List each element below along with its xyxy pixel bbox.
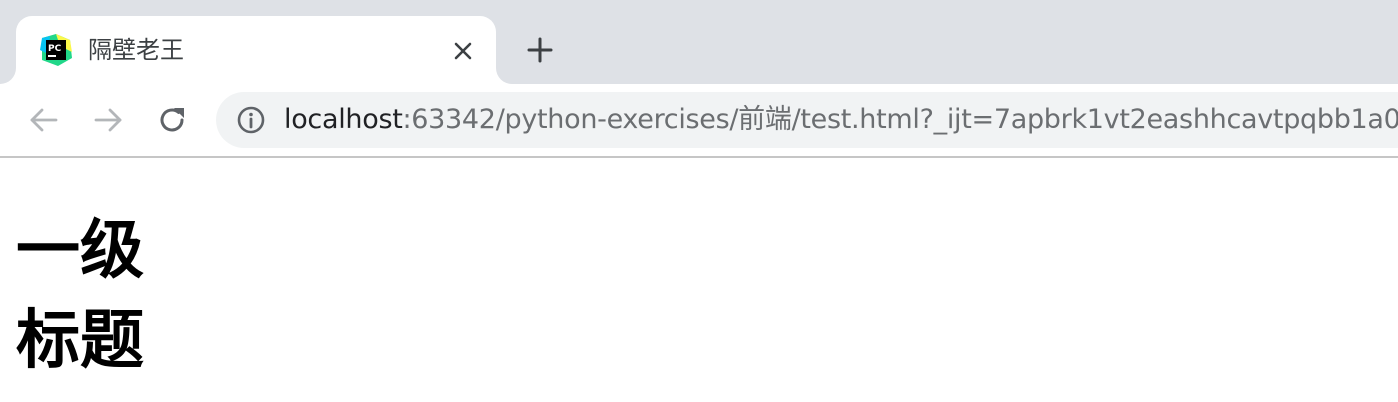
plus-icon	[527, 37, 553, 63]
pycharm-logo-icon: PC	[40, 34, 72, 66]
browser-toolbar: localhost:63342/python-exercises/前端/test…	[0, 84, 1398, 158]
url-host: localhost	[284, 104, 403, 135]
new-tab-button[interactable]	[522, 32, 558, 68]
close-tab-button[interactable]	[448, 36, 478, 66]
page-heading: 一级标题	[16, 214, 144, 378]
url-text[interactable]: localhost:63342/python-exercises/前端/test…	[284, 104, 1398, 136]
tab-strip: PC 隔壁老王	[0, 0, 1398, 84]
reload-button[interactable]	[152, 100, 192, 140]
url-path: :63342/python-exercises/前端/test.html?_ij…	[402, 104, 1398, 135]
page-content: 一级标题	[0, 158, 1398, 402]
close-icon	[454, 42, 472, 60]
back-button[interactable]	[24, 100, 64, 140]
browser-tab[interactable]: PC 隔壁老王	[16, 16, 496, 84]
svg-text:PC: PC	[48, 44, 62, 54]
arrow-left-icon	[30, 108, 58, 132]
forward-button[interactable]	[88, 100, 128, 140]
reload-icon	[160, 108, 184, 132]
address-bar[interactable]: localhost:63342/python-exercises/前端/test…	[216, 92, 1398, 148]
arrow-right-icon	[94, 108, 122, 132]
info-icon[interactable]	[236, 105, 266, 135]
tab-title: 隔壁老王	[88, 36, 184, 64]
